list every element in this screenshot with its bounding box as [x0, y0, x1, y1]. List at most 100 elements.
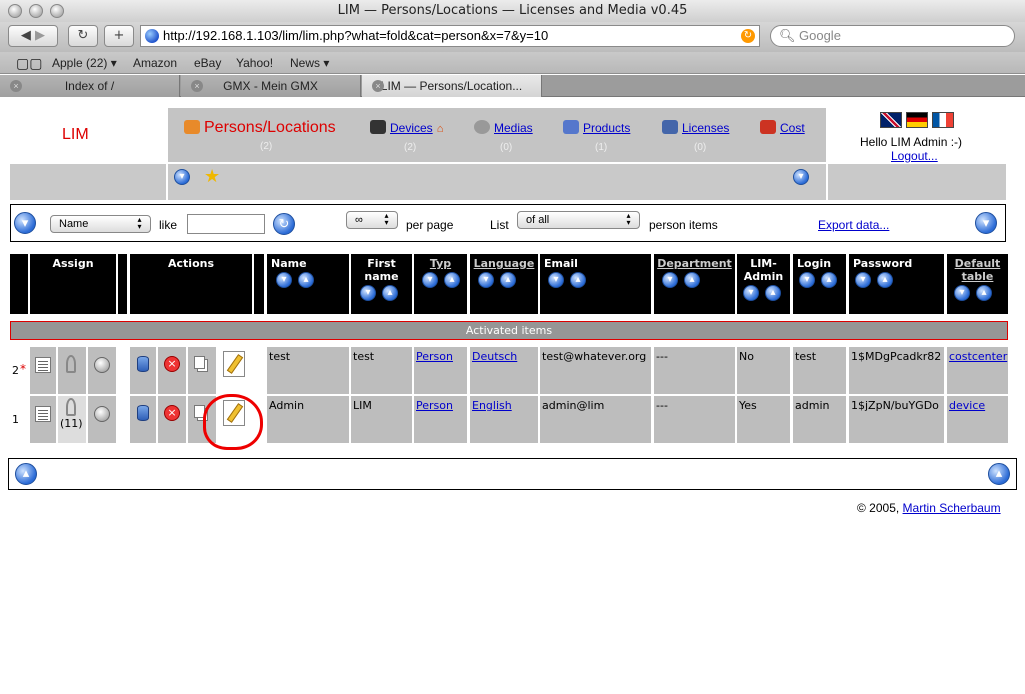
bookmark-ebay[interactable]: eBay [194, 52, 221, 74]
key-icon[interactable] [66, 398, 76, 416]
typ-link[interactable]: Person [416, 350, 453, 363]
list-select[interactable]: of all [517, 211, 640, 229]
header-typ-label[interactable]: Typ [414, 254, 467, 270]
minimize-window-button[interactable] [29, 4, 43, 18]
language-link[interactable]: English [472, 399, 512, 412]
logout-link[interactable]: Logout... [891, 149, 938, 163]
header-default-label-2[interactable]: table [947, 270, 1008, 283]
delete-icon[interactable]: × [164, 356, 180, 372]
sort-asc-icon[interactable]: ▴ [382, 285, 398, 301]
expand-right-icon[interactable]: ▾ [793, 169, 809, 185]
sort-desc-icon[interactable]: ▾ [422, 272, 438, 288]
sort-asc-icon[interactable]: ▴ [976, 285, 992, 301]
subbar-right [828, 164, 1006, 200]
book-icon[interactable]: ▢▢ [16, 52, 42, 74]
cell-lim-admin: No [737, 347, 790, 394]
nav-cost-link[interactable]: Cost [780, 121, 805, 135]
person-icon[interactable] [94, 357, 110, 373]
zoom-window-button[interactable] [50, 4, 64, 18]
nav-devices-link[interactable]: Devices [390, 121, 433, 135]
tab-index[interactable]: × Index of / [0, 75, 180, 97]
export-link[interactable]: Export data... [818, 218, 889, 232]
back-forward-buttons[interactable]: ◀ ▶ [8, 25, 58, 47]
header-language-label[interactable]: Language [470, 254, 538, 270]
sort-desc-icon[interactable]: ▾ [743, 285, 759, 301]
close-window-button[interactable] [8, 4, 22, 18]
sort-desc-icon[interactable]: ▾ [662, 272, 678, 288]
key-icon[interactable] [66, 355, 76, 373]
sort-asc-icon[interactable]: ▴ [877, 272, 893, 288]
nav-products[interactable]: Products (1) [563, 120, 630, 153]
bookmark-amazon[interactable]: Amazon [133, 52, 177, 74]
close-tab-icon[interactable]: × [191, 80, 203, 92]
sort-desc-icon[interactable]: ▾ [855, 272, 871, 288]
field-select[interactable]: Name [50, 215, 151, 233]
database-icon[interactable] [137, 405, 149, 421]
sort-desc-icon[interactable]: ▾ [360, 285, 376, 301]
search-term-input[interactable] [187, 214, 265, 234]
sort-desc-icon[interactable]: ▾ [799, 272, 815, 288]
close-tab-icon[interactable]: × [10, 80, 22, 92]
address-bar[interactable]: http://192.168.1.103/lim/lim.php?what=fo… [140, 25, 760, 47]
tab-lim[interactable]: × LIM — Persons/Location... [362, 75, 542, 97]
sort-asc-icon[interactable]: ▴ [444, 272, 460, 288]
sort-desc-icon[interactable]: ▾ [548, 272, 564, 288]
nav-persons[interactable]: Persons/Locations (2) [184, 119, 336, 152]
back-icon[interactable]: ◀ [21, 28, 31, 43]
typ-link[interactable]: Person [416, 399, 453, 412]
cell-email: test@whatever.org [540, 347, 651, 394]
delete-icon[interactable]: × [164, 405, 180, 421]
nav-licenses-link[interactable]: Licenses [682, 121, 729, 135]
star-icon[interactable]: ★ [204, 166, 220, 187]
sort-asc-icon[interactable]: ▴ [821, 272, 837, 288]
search-field[interactable]: 🔍︎ Google [770, 25, 1015, 47]
nav-medias-link[interactable]: Medias [494, 121, 533, 135]
sort-asc-icon[interactable]: ▴ [684, 272, 700, 288]
reload-button[interactable]: ↻ [68, 25, 98, 47]
sort-asc-icon[interactable]: ▴ [765, 285, 781, 301]
document-icon[interactable] [35, 406, 51, 422]
person-icon[interactable] [94, 406, 110, 422]
sort-asc-icon[interactable]: ▴ [298, 272, 314, 288]
copy-icon[interactable] [194, 356, 205, 369]
language-link[interactable]: Deutsch [472, 350, 517, 363]
nav-products-link[interactable]: Products [583, 121, 630, 135]
edit-icon[interactable] [223, 351, 245, 377]
add-bookmark-button[interactable]: + [104, 25, 134, 47]
sort-asc-icon[interactable]: ▴ [500, 272, 516, 288]
bookmark-apple[interactable]: Apple (22) ▾ [52, 52, 117, 74]
go-icon[interactable]: ↻ [273, 213, 295, 235]
expand-down-icon[interactable]: ▾ [975, 212, 997, 234]
default-table-link[interactable]: costcenter [949, 350, 1007, 363]
bookmark-yahoo[interactable]: Yahoo! [236, 52, 273, 74]
nav-persons-count: (2) [260, 141, 273, 152]
document-icon[interactable] [35, 357, 51, 373]
forward-icon[interactable]: ▶ [31, 28, 45, 43]
scroll-top-right-icon[interactable]: ▴ [988, 463, 1010, 485]
database-icon[interactable] [137, 356, 149, 372]
sort-asc-icon[interactable]: ▴ [570, 272, 586, 288]
sort-desc-icon[interactable]: ▾ [954, 285, 970, 301]
author-link[interactable]: Martin Scherbaum [903, 501, 1001, 515]
collapse-filter-icon[interactable]: ▾ [14, 212, 36, 234]
scroll-top-icon[interactable]: ▴ [15, 463, 37, 485]
nav-devices[interactable]: Devices ⌂ (2) [370, 120, 443, 153]
per-page-select[interactable]: ∞ [346, 211, 398, 229]
default-table-link[interactable]: device [949, 399, 985, 412]
sort-desc-icon[interactable]: ▾ [478, 272, 494, 288]
section-header: Activated items [10, 321, 1008, 340]
nav-licenses[interactable]: Licenses (0) [662, 120, 729, 153]
uk-flag-icon[interactable] [880, 112, 902, 128]
tab-gmx[interactable]: × GMX - Mein GMX [181, 75, 361, 97]
close-tab-icon[interactable]: × [372, 80, 384, 92]
bookmark-news[interactable]: News ▾ [290, 52, 329, 74]
french-flag-icon[interactable] [932, 112, 954, 128]
header-department-label[interactable]: Department [654, 254, 735, 270]
header-default-label-1[interactable]: Default [947, 254, 1008, 270]
rss-icon[interactable]: ↻ [741, 29, 755, 43]
german-flag-icon[interactable] [906, 112, 928, 128]
nav-cost[interactable]: Cost [760, 120, 805, 135]
nav-medias[interactable]: Medias (0) [474, 120, 533, 153]
expand-icon[interactable]: ▾ [174, 169, 190, 185]
sort-desc-icon[interactable]: ▾ [276, 272, 292, 288]
